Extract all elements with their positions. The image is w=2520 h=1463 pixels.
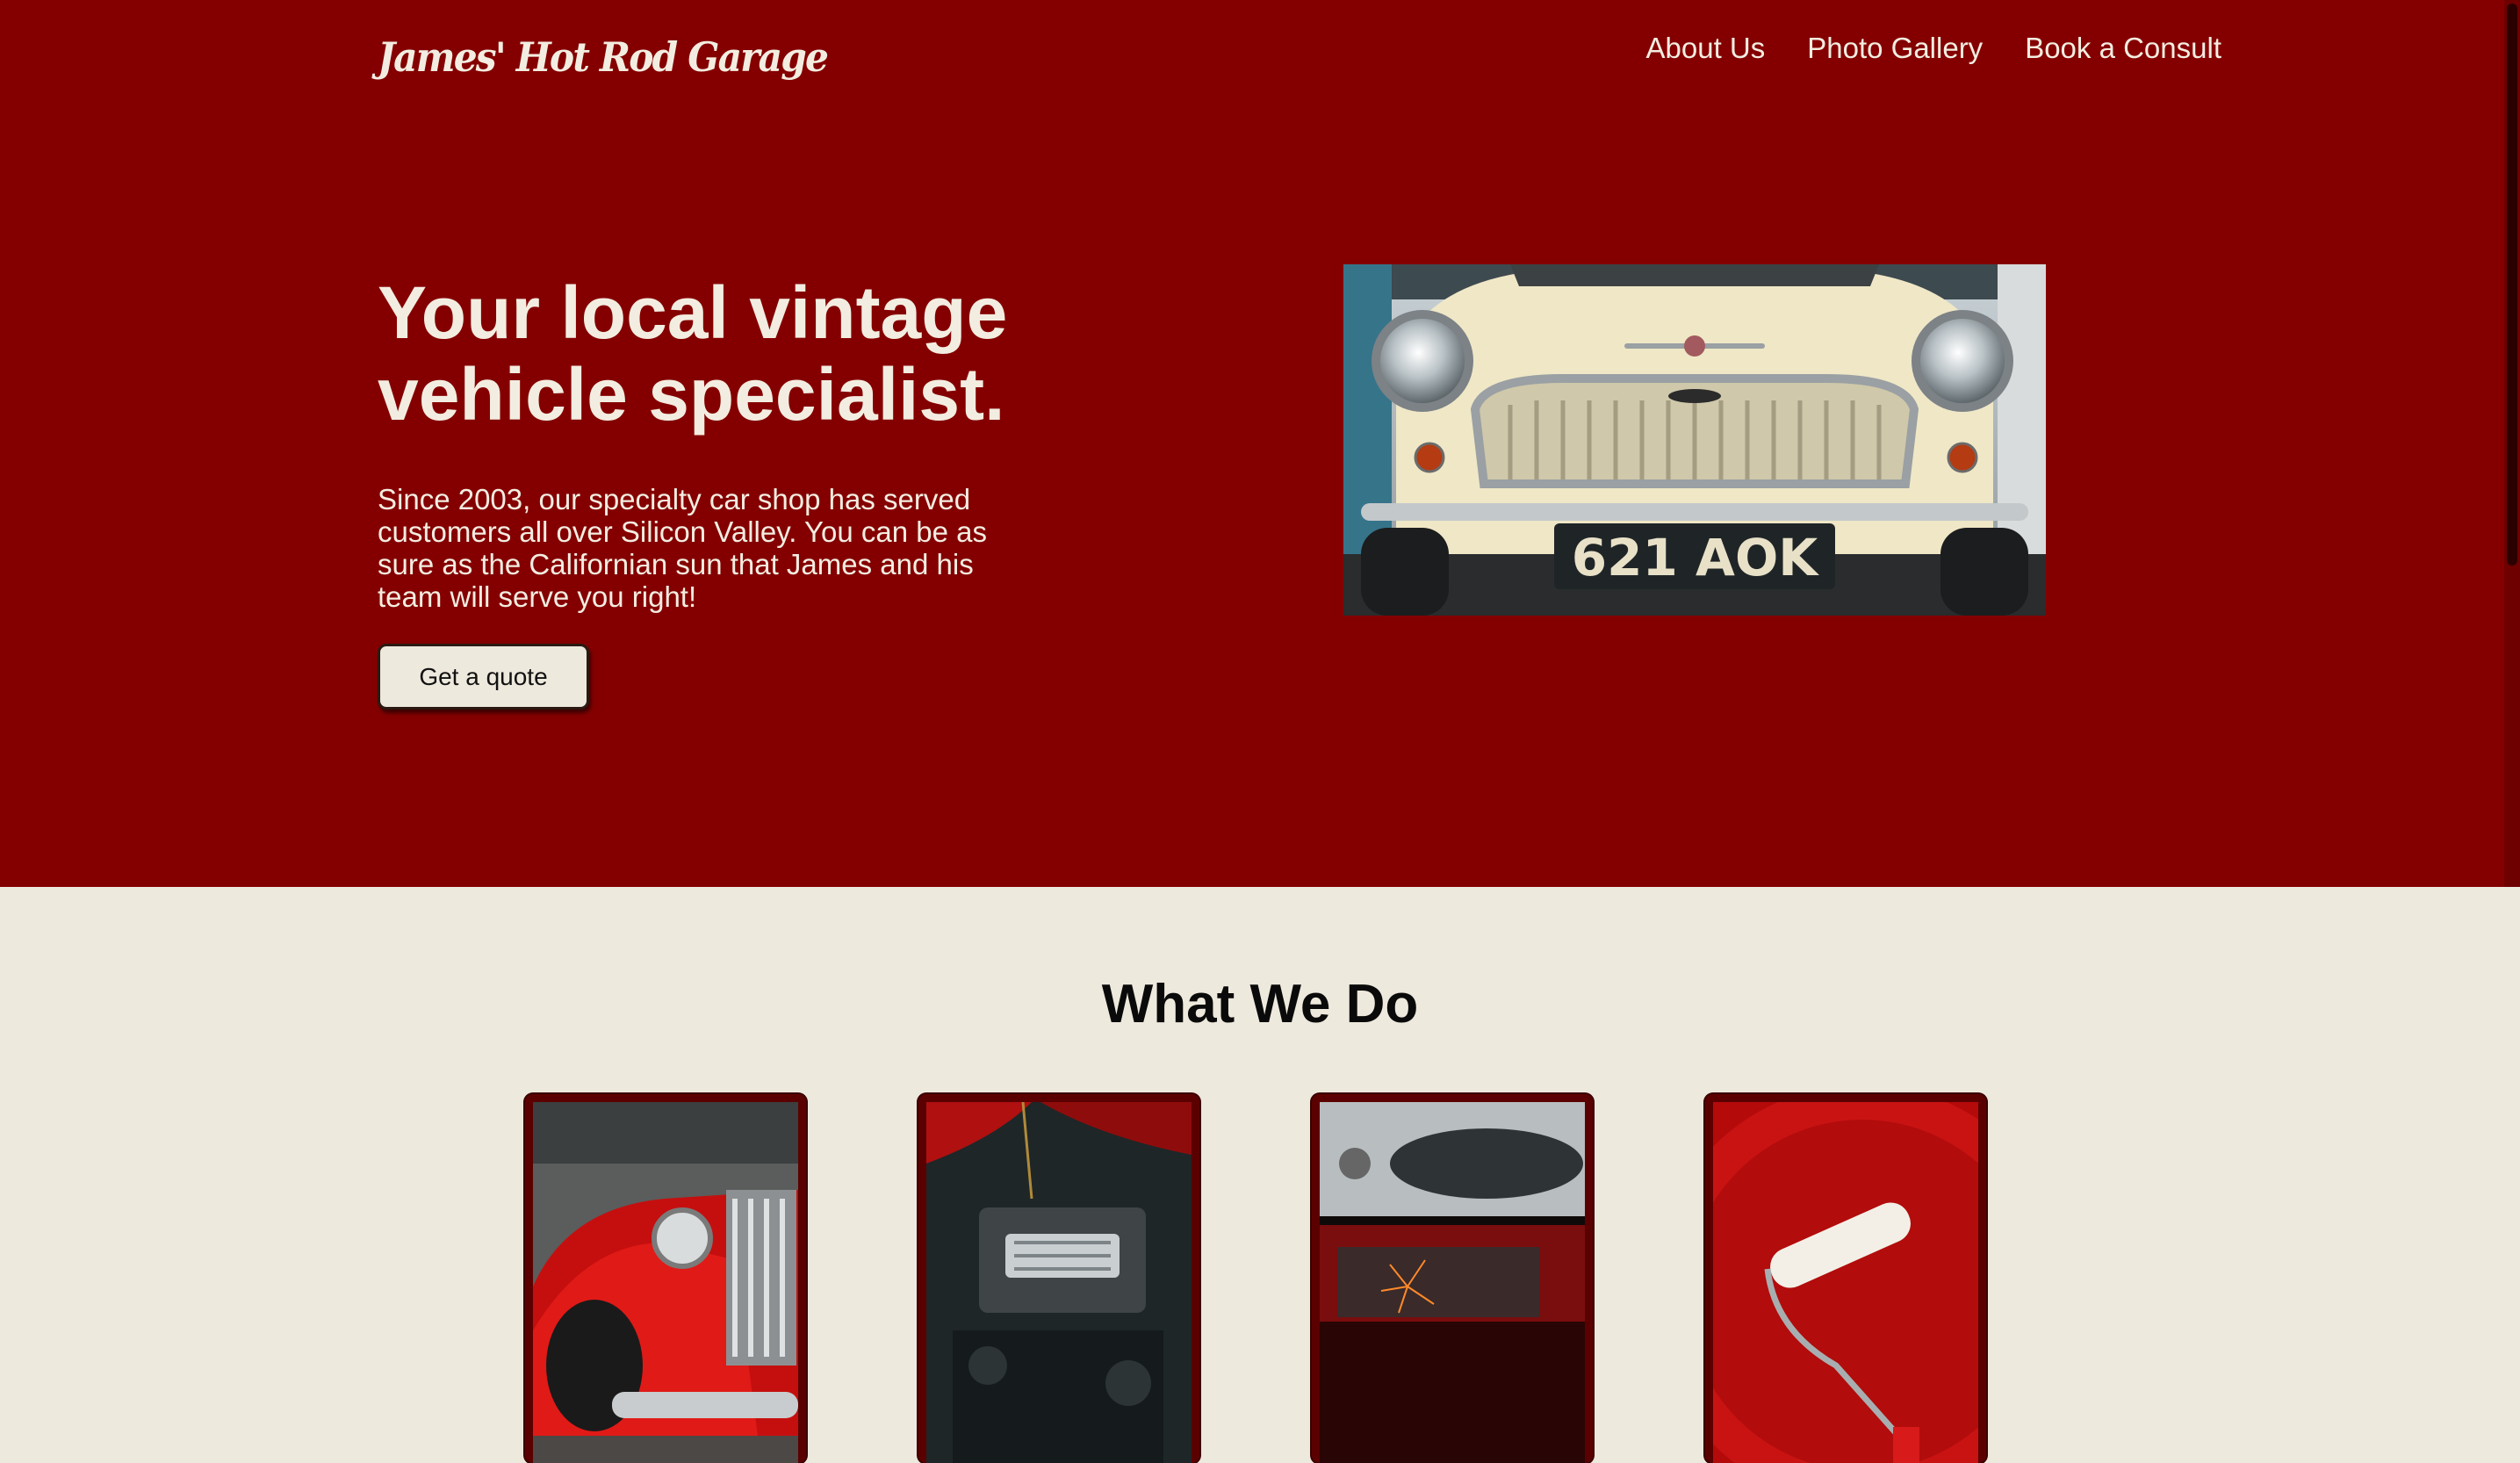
engine-image <box>926 1102 1192 1463</box>
hero-section: James' Hot Rod Garage About Us Photo Gal… <box>0 0 2520 887</box>
license-plate-text: 621 AOK <box>1572 528 1819 587</box>
service-card-painting[interactable] <box>1705 1094 1986 1463</box>
scrollbar[interactable] <box>2504 0 2520 887</box>
get-quote-button[interactable]: Get a quote <box>378 644 589 710</box>
nav-about-us[interactable]: About Us <box>1646 32 1766 65</box>
hero-description: Since 2003, our specialty car shop has s… <box>378 483 987 613</box>
nav-photo-gallery[interactable]: Photo Gallery <box>1807 32 1983 65</box>
scrollbar-thumb[interactable] <box>2507 4 2517 566</box>
main-nav: About Us Photo Gallery Book a Consult <box>1646 32 2222 65</box>
section-title-what-we-do: What We Do <box>1101 974 1419 1034</box>
welding-image <box>1320 1102 1585 1463</box>
paint-roller-image <box>1713 1102 1978 1463</box>
red-truck-image <box>533 1102 798 1463</box>
hero-title: Your local vintage vehicle specialist. <box>378 271 1008 436</box>
service-card-restoration[interactable] <box>525 1094 806 1463</box>
hero-car-image: 621 AOK <box>1343 264 2046 616</box>
service-card-engine[interactable] <box>918 1094 1199 1463</box>
service-card-fabrication[interactable] <box>1312 1094 1593 1463</box>
nav-book-consult[interactable]: Book a Consult <box>2025 32 2221 65</box>
site-logo[interactable]: James' Hot Rod Garage <box>378 33 829 81</box>
